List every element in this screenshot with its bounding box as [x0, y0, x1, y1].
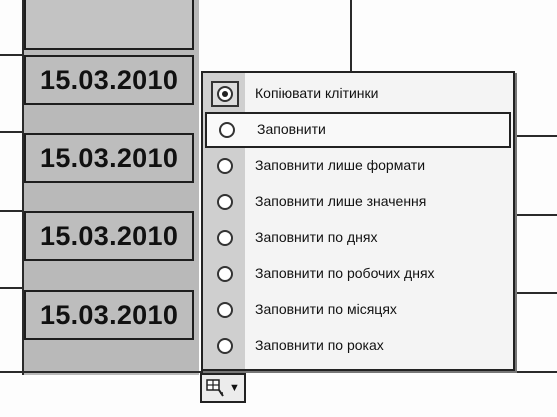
menu-item-fill-weekdays[interactable]: Заповнити по робочих днях — [203, 256, 513, 292]
radio-icon — [217, 302, 233, 318]
gridline — [0, 54, 22, 56]
menu-item-label: Заповнити — [257, 121, 326, 137]
menu-item-label: Заповнити лише формати — [255, 157, 426, 173]
menu-item-fill-days[interactable]: Заповнити по днях — [203, 220, 513, 256]
cell-above[interactable] — [24, 0, 194, 50]
gridline — [515, 135, 557, 137]
autofill-options-menu: Копіювати клітинки Заповнити Заповнити л… — [201, 71, 515, 371]
autofill-options-icon — [206, 379, 224, 397]
gridline — [515, 292, 557, 294]
gridline — [0, 287, 22, 289]
chevron-down-icon: ▼ — [229, 382, 240, 394]
menu-item-label: Заповнити по днях — [255, 229, 378, 245]
date-cell[interactable]: 15.03.2010 — [24, 290, 194, 340]
autofill-options-button[interactable]: ▼ — [200, 373, 246, 403]
menu-item-fill-years[interactable]: Заповнити по роках — [203, 328, 513, 364]
menu-item-label: Заповнити лише значення — [255, 193, 427, 209]
gridline — [0, 131, 22, 133]
gridline — [0, 371, 557, 373]
radio-checked-icon — [217, 86, 233, 102]
radio-icon — [217, 338, 233, 354]
gridline — [0, 210, 22, 212]
menu-item-fill-series[interactable]: Заповнити — [205, 112, 511, 148]
menu-item-fill-formats-only[interactable]: Заповнити лише формати — [203, 148, 513, 184]
menu-item-label: Заповнити по робочих днях — [255, 265, 435, 281]
menu-item-label: Копіювати клітинки — [255, 85, 379, 101]
date-cell[interactable]: 15.03.2010 — [24, 133, 194, 183]
gridline — [350, 0, 352, 71]
menu-item-fill-values-only[interactable]: Заповнити лише значення — [203, 184, 513, 220]
radio-icon — [217, 266, 233, 282]
menu-item-label: Заповнити по місяцях — [255, 301, 397, 317]
menu-item-fill-months[interactable]: Заповнити по місяцях — [203, 292, 513, 328]
menu-item-copy-cells[interactable]: Копіювати клітинки — [203, 76, 513, 112]
date-cell[interactable]: 15.03.2010 — [24, 55, 194, 105]
radio-icon — [219, 122, 235, 138]
radio-icon — [217, 158, 233, 174]
radio-icon — [217, 230, 233, 246]
menu-item-label: Заповнити по роках — [255, 337, 384, 353]
date-cell[interactable]: 15.03.2010 — [24, 211, 194, 261]
gridline — [515, 214, 557, 216]
radio-icon — [217, 194, 233, 210]
